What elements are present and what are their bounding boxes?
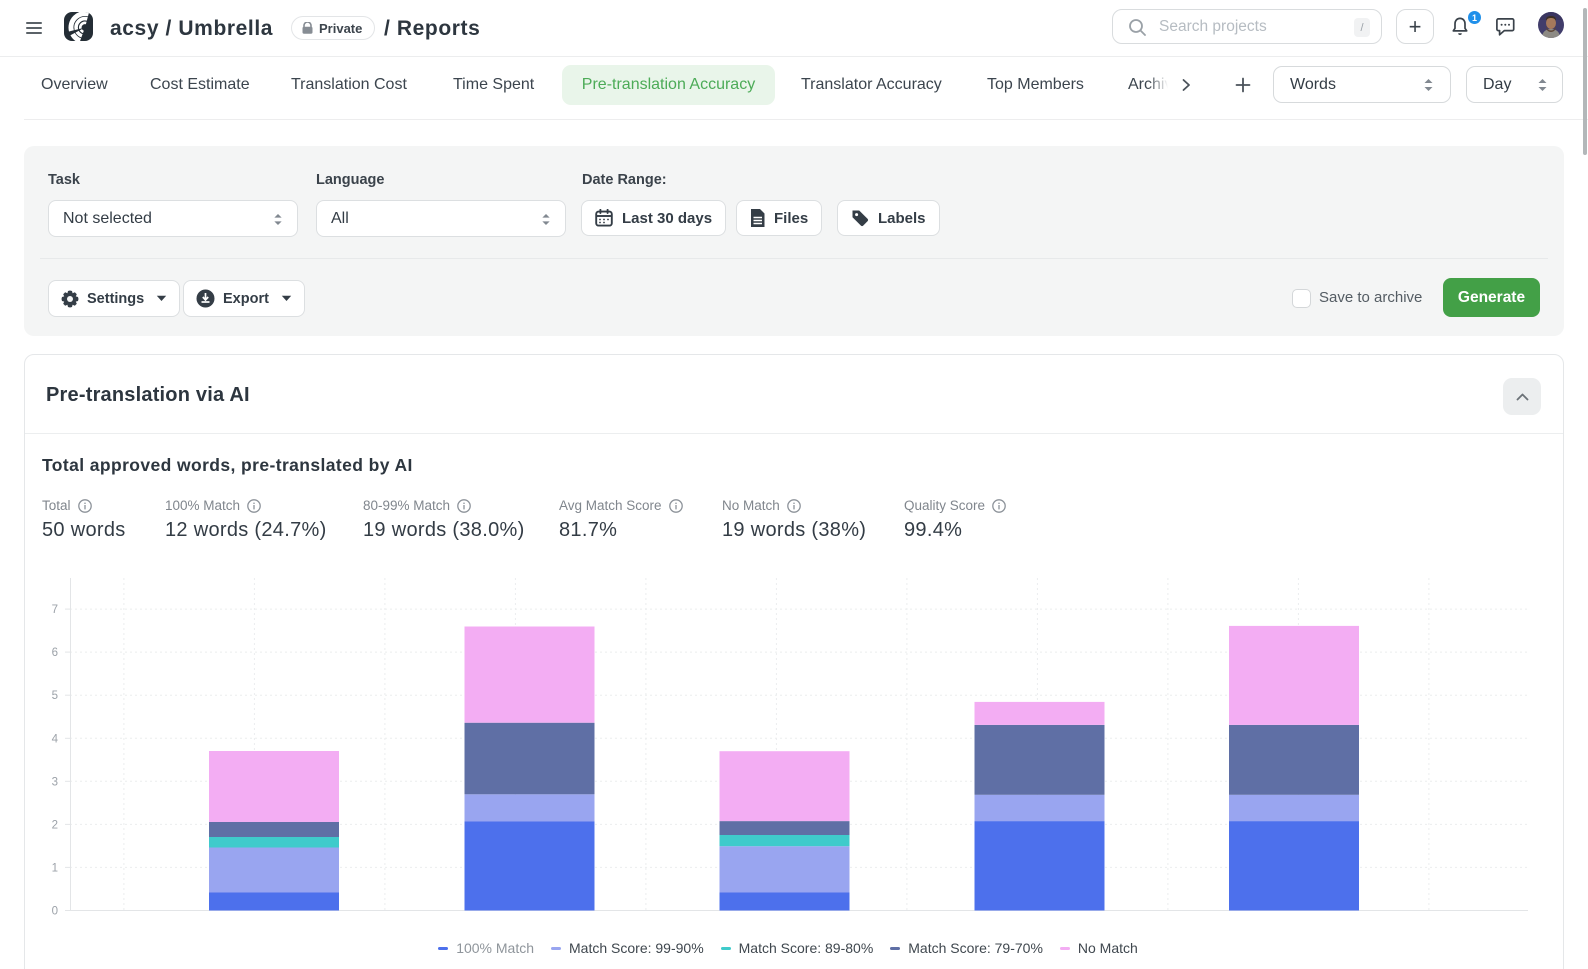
svg-text:6: 6 <box>52 647 58 659</box>
svg-text:3: 3 <box>52 776 58 788</box>
svg-text:5: 5 <box>52 690 58 702</box>
svg-text:0: 0 <box>52 906 58 918</box>
svg-text:4: 4 <box>52 733 59 745</box>
svg-text:7: 7 <box>52 604 58 616</box>
svg-text:1: 1 <box>52 862 58 874</box>
svg-text:2: 2 <box>52 819 58 831</box>
